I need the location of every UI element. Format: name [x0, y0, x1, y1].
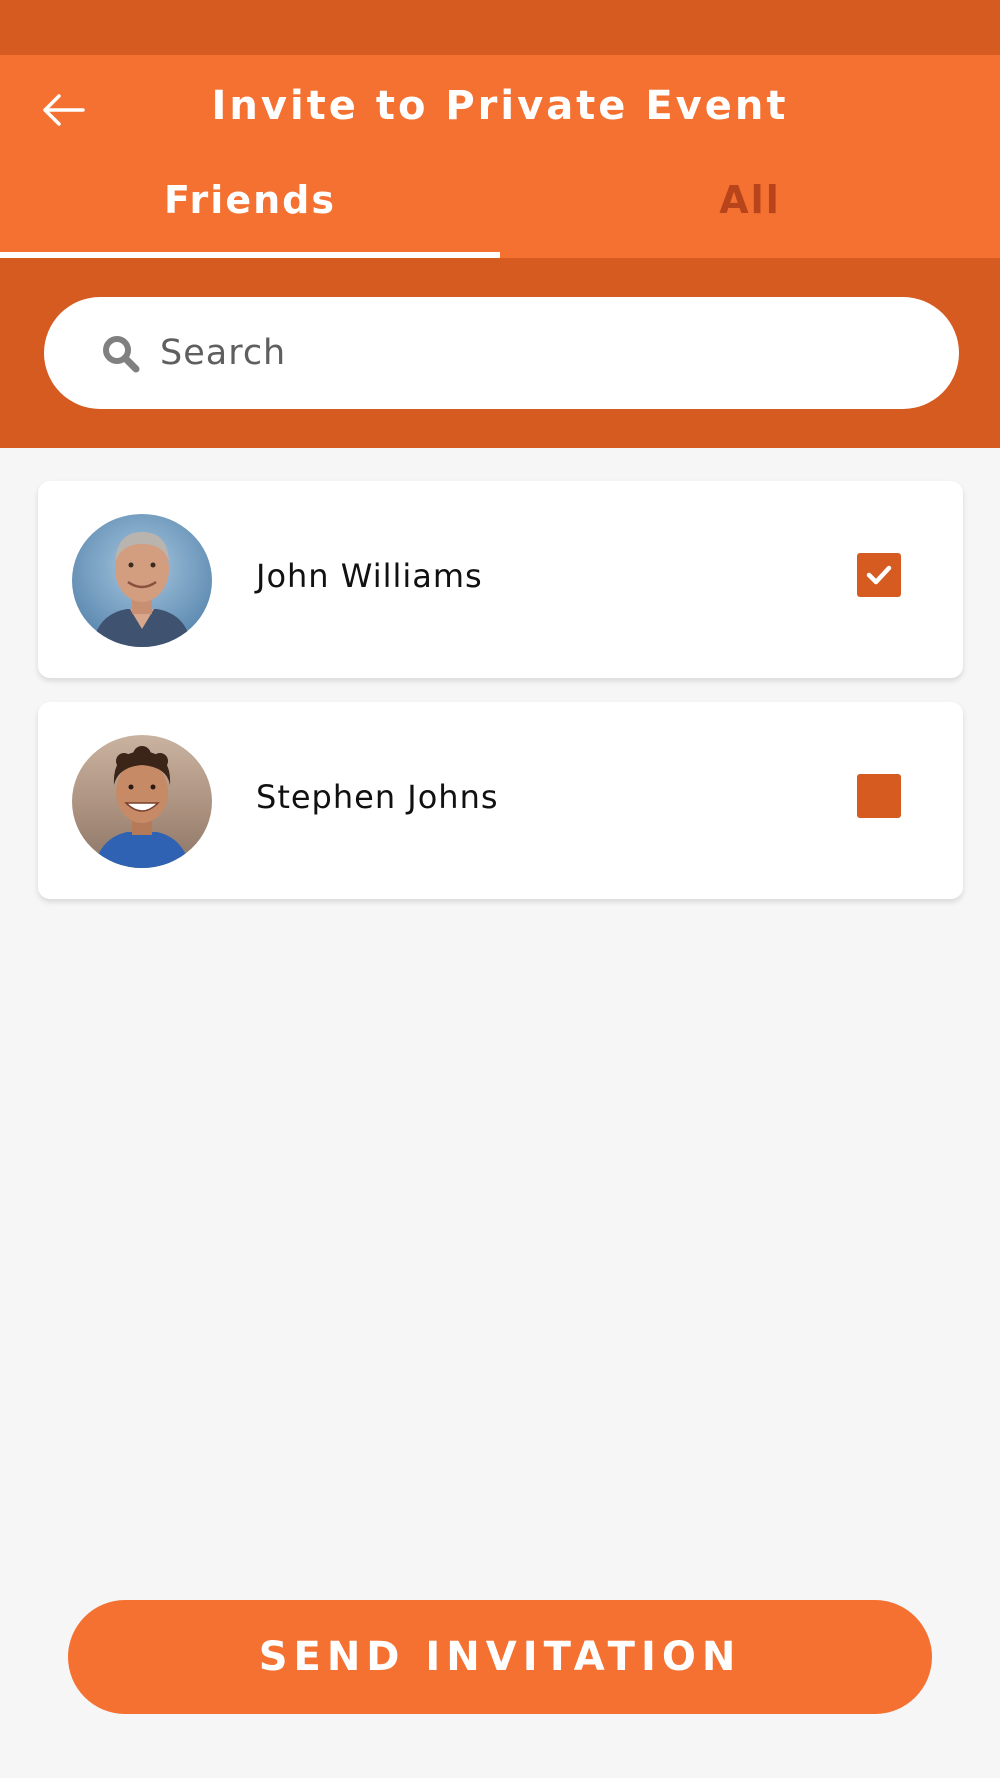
tab-all[interactable]: All — [500, 175, 1000, 258]
contact-checkbox-unchecked[interactable] — [857, 774, 901, 818]
search-box[interactable] — [44, 297, 959, 409]
app-bar: Invite to Private Event Friends All — [0, 55, 1000, 258]
tab-friends[interactable]: Friends — [0, 175, 500, 258]
search-icon — [103, 336, 140, 373]
contact-name: John Williams — [256, 557, 483, 595]
contact-name: Stephen Johns — [256, 778, 499, 816]
tab-all-label: All — [719, 178, 781, 222]
tab-friends-label: Friends — [164, 178, 336, 222]
contact-card-john-williams[interactable]: John Williams — [38, 481, 963, 678]
send-invitation-button[interactable]: SEND INVITATION — [68, 1600, 932, 1714]
avatar — [72, 735, 212, 868]
contact-checkbox-checked[interactable] — [857, 553, 901, 597]
avatar — [72, 514, 212, 647]
status-bar — [0, 0, 1000, 55]
check-icon — [866, 565, 892, 585]
search-input[interactable] — [160, 319, 920, 387]
search-band — [0, 258, 1000, 448]
page-title: Invite to Private Event — [211, 83, 789, 129]
contact-card-stephen-johns[interactable]: Stephen Johns — [38, 702, 963, 899]
